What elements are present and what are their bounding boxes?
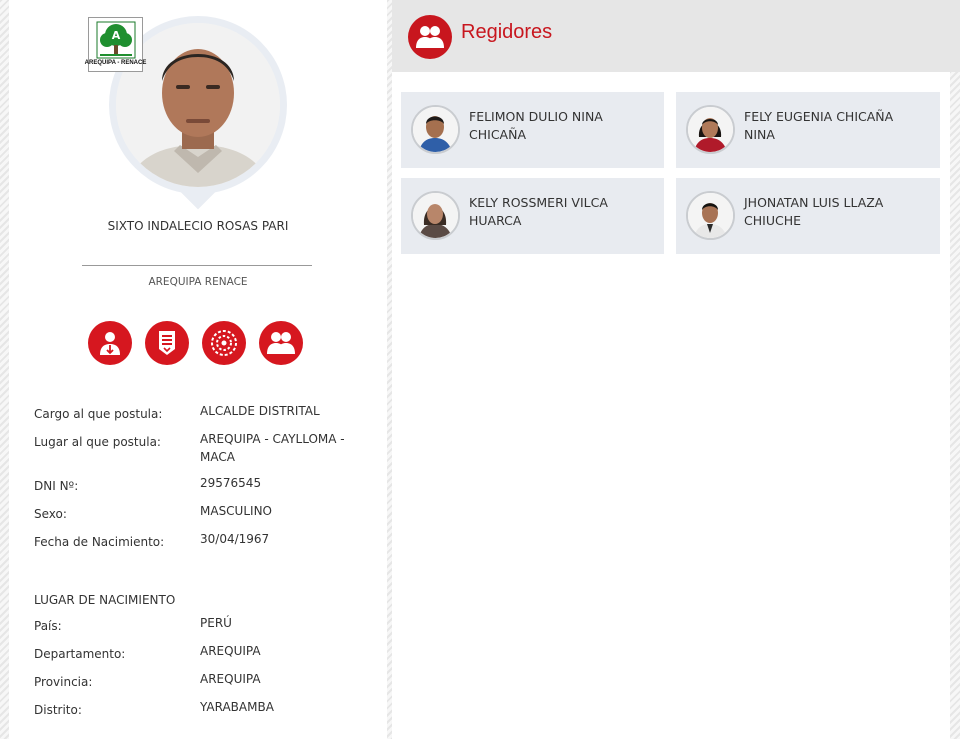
regidor-avatar (686, 191, 735, 240)
party-logo-caption: AREQUIPA - RENACE (84, 60, 147, 66)
regidor-name: JHONATAN LUIS LLAZA CHIUCHE (744, 195, 884, 228)
detail-value: 30/04/1967 (200, 532, 270, 546)
detail-value: 29576545 (200, 476, 262, 490)
regidores-button[interactable] (259, 321, 303, 365)
detail-label: DNI Nº: (34, 479, 79, 493)
detail-row-sexo: Sexo: MASCULINO (34, 502, 374, 530)
regidor-avatar (686, 105, 735, 154)
regidores-title: Regidores (461, 21, 553, 43)
regidor-name: KELY ROSSMERI VILCA HUARCA (469, 195, 608, 228)
detail-row-lugar: Lugar al que postula: AREQUIPA - CAYLLOM… (34, 430, 374, 474)
birthplace-section-title: LUGAR DE NACIMIENTO (34, 593, 176, 607)
regidor-card[interactable]: FELY EUGENIA CHICAÑA NINA (676, 92, 940, 168)
svg-text:A: A (111, 29, 120, 42)
detail-value: AREQUIPA - CAYLLOMA - MACA (200, 432, 345, 464)
regidores-icon (267, 332, 295, 354)
birthplace-row-departamento: Departamento: AREQUIPA (34, 642, 374, 670)
regidores-grid: FELIMON DULIO NINA CHICAÑA FELY EUGENIA … (401, 92, 940, 254)
scrollbar-track[interactable] (950, 0, 960, 739)
detail-row-cargo: Cargo al que postula: ALCALDE DISTRITAL (34, 402, 374, 430)
detail-row-fecha: Fecha de Nacimiento: 30/04/1967 (34, 530, 374, 558)
regidor-card[interactable]: FELIMON DULIO NINA CHICAÑA (401, 92, 664, 168)
page-edge-stripe (0, 0, 9, 739)
detail-value: MASCULINO (200, 504, 272, 518)
regidores-header-icon-badge (408, 15, 452, 59)
government-plan-button[interactable] (202, 321, 246, 365)
candidate-name: SIXTO INDALECIO ROSAS PARI (107, 219, 289, 233)
document-download-icon (159, 331, 175, 355)
plan-icon (211, 330, 237, 356)
regidores-icon (416, 26, 444, 48)
action-toolbar (88, 321, 303, 365)
divider (82, 265, 312, 266)
regidor-name: FELY EUGENIA CHICAÑA NINA (744, 109, 894, 142)
candidate-details: Cargo al que postula: ALCALDE DISTRITAL … (34, 402, 374, 558)
detail-label: Sexo: (34, 507, 67, 521)
regidores-list-panel: FELIMON DULIO NINA CHICAÑA FELY EUGENIA … (392, 76, 950, 739)
birthplace-row-pais: País: PERÚ (34, 614, 374, 642)
regidor-avatar (411, 191, 460, 240)
download-resume-button[interactable] (145, 321, 189, 365)
detail-label: Distrito: (34, 703, 82, 717)
detail-row-dni: DNI Nº: 29576545 (34, 474, 374, 502)
regidores-header: Regidores (392, 0, 960, 72)
download-profile-icon (100, 332, 120, 355)
detail-label: Provincia: (34, 675, 93, 689)
candidate-profile-panel: A AREQUIPA - RENACE SIXTO INDALECIO ROSA… (9, 0, 387, 739)
regidor-card[interactable]: KELY ROSSMERI VILCA HUARCA (401, 178, 664, 254)
birthplace-details: País: PERÚ Departamento: AREQUIPA Provin… (34, 614, 374, 726)
detail-label: País: (34, 619, 62, 633)
detail-label: Lugar al que postula: (34, 435, 161, 449)
download-profile-button[interactable] (88, 321, 132, 365)
detail-value: AREQUIPA (200, 644, 261, 658)
detail-value: ALCALDE DISTRITAL (200, 404, 320, 418)
party-logo: A AREQUIPA - RENACE (85, 17, 146, 72)
regidor-avatar (411, 105, 460, 154)
birthplace-row-distrito: Distrito: YARABAMBA (34, 698, 374, 726)
detail-value: AREQUIPA (200, 672, 261, 686)
regidor-name: FELIMON DULIO NINA CHICAÑA (469, 109, 603, 142)
detail-label: Cargo al que postula: (34, 407, 163, 421)
regidor-card[interactable]: JHONATAN LUIS LLAZA CHIUCHE (676, 178, 940, 254)
tree-logo-icon: A (96, 21, 135, 59)
detail-value: PERÚ (200, 616, 232, 630)
detail-value: YARABAMBA (200, 700, 274, 714)
detail-label: Departamento: (34, 647, 126, 661)
detail-label: Fecha de Nacimiento: (34, 535, 165, 549)
political-organization: AREQUIPA RENACE (148, 276, 248, 288)
birthplace-row-provincia: Provincia: AREQUIPA (34, 670, 374, 698)
